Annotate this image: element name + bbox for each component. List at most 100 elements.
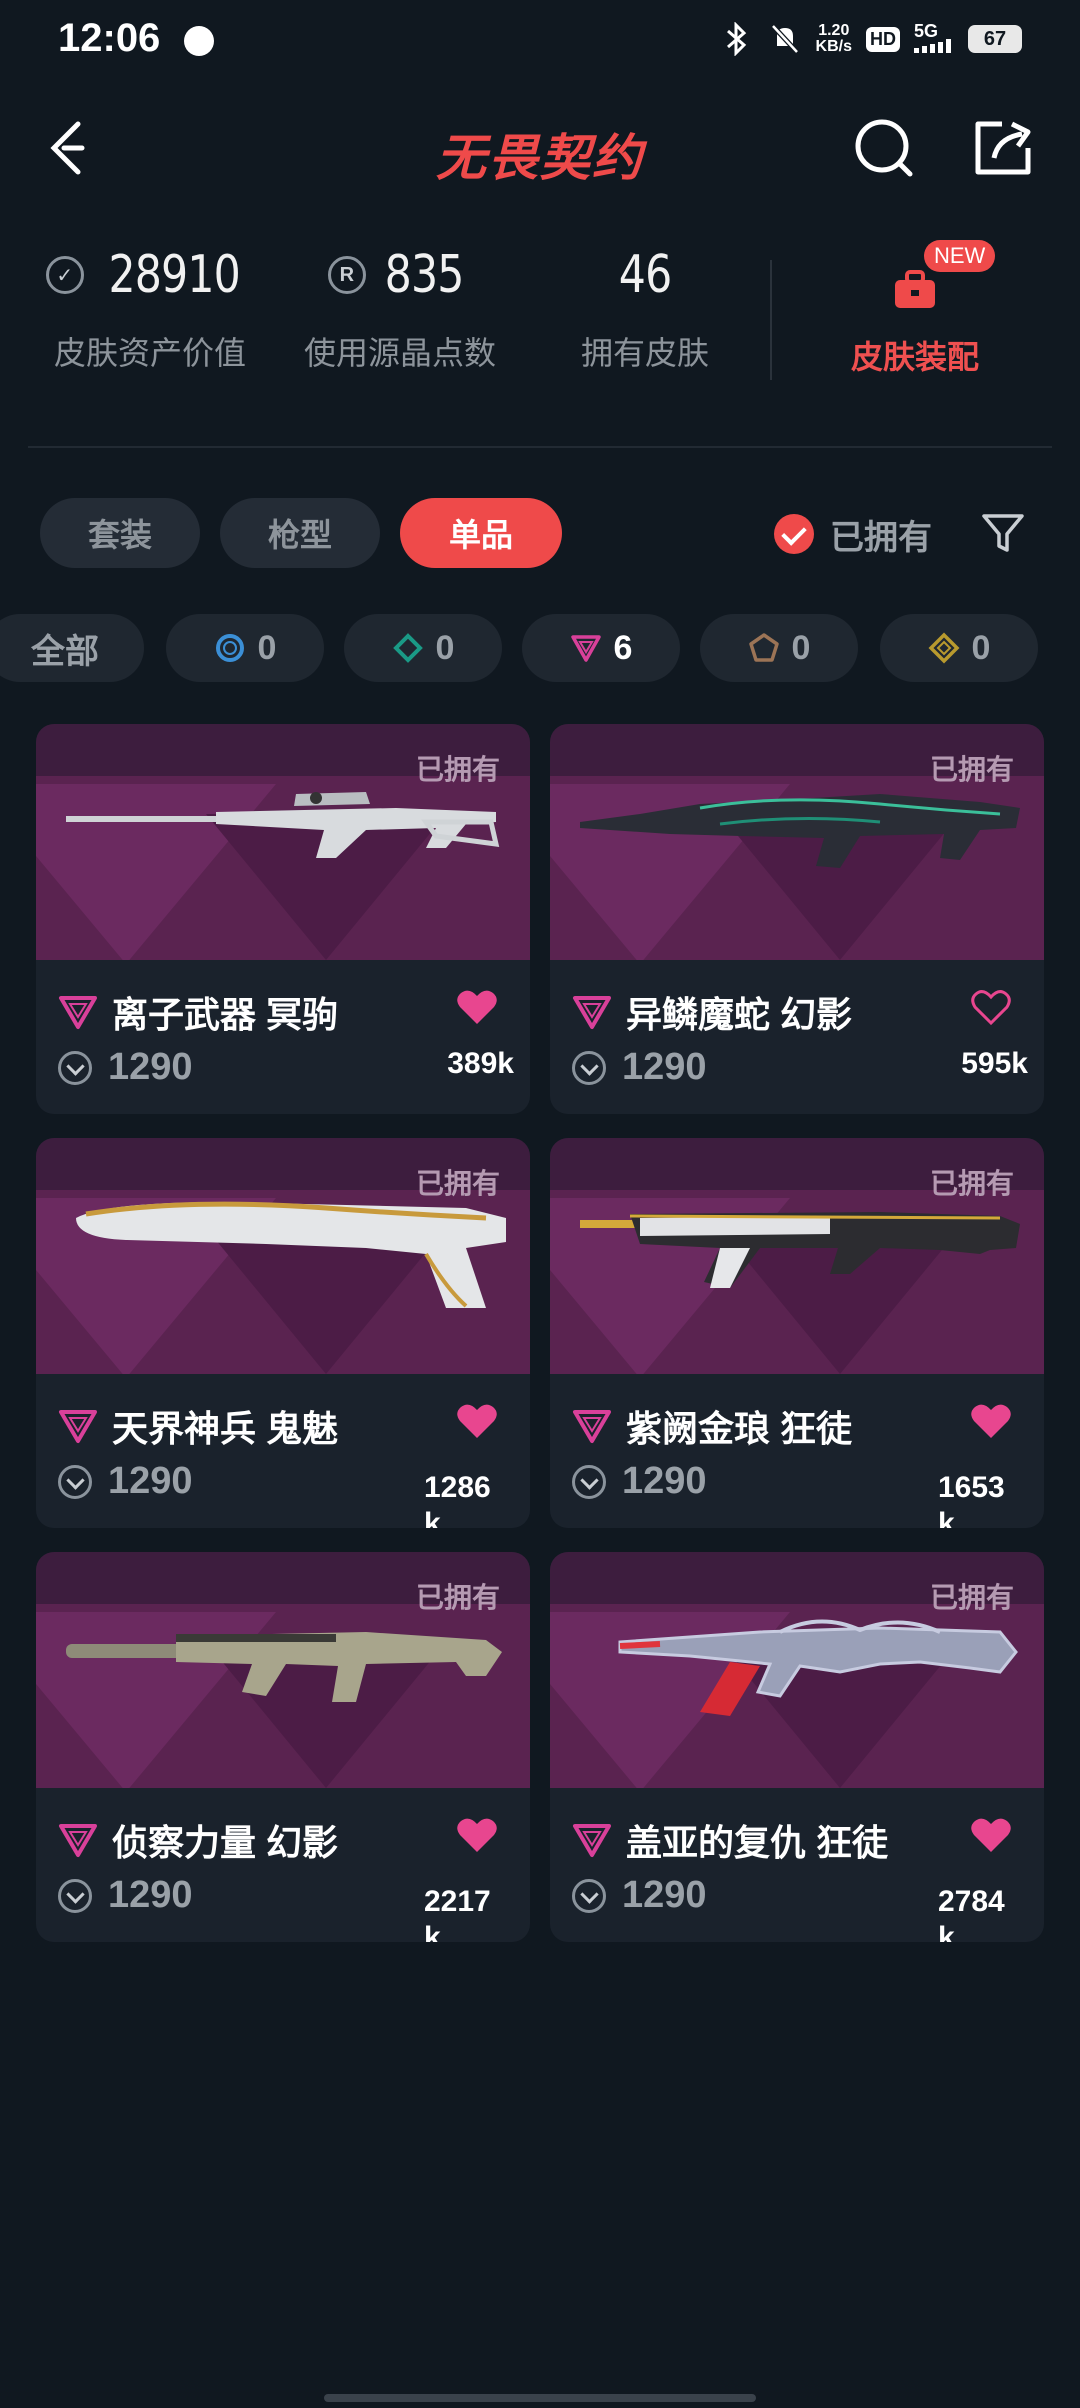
- tier-deluxe[interactable]: 0: [344, 614, 502, 682]
- skin-price: 1290: [108, 1460, 193, 1502]
- category-tabs: 套装 枪型 单品: [40, 498, 562, 568]
- skin-price: 1290: [622, 1460, 707, 1502]
- skin-name: 天界神兵 鬼魅: [112, 1408, 339, 1449]
- like-count: 2217 k: [424, 1884, 516, 1942]
- top-nav: 无畏契约: [0, 100, 1080, 200]
- skin-price: 1290: [108, 1874, 193, 1916]
- skin-price: 1290: [108, 1046, 193, 1088]
- backpack-icon: [893, 270, 937, 310]
- skin-card[interactable]: 已拥有 离子武器 冥驹 1290 389k: [36, 724, 530, 1114]
- tier-select[interactable]: 0: [166, 614, 324, 682]
- tab-bundle[interactable]: 套装: [40, 498, 200, 568]
- new-badge: NEW: [924, 240, 996, 272]
- tier-exclusive[interactable]: 0: [700, 614, 858, 682]
- like-count: 1286 k: [424, 1470, 516, 1528]
- owned-toggle-label: 已拥有: [830, 518, 932, 557]
- skin-image: 已拥有: [550, 724, 1044, 960]
- check-circle-icon: [774, 514, 814, 554]
- premium-tier-icon: [59, 1824, 97, 1857]
- stat-owned-skins: 46 拥有皮肤: [540, 240, 750, 374]
- status-bar: 12:06 1.20 KB/s HD 5G 67: [0, 0, 1080, 84]
- status-icons: 1.20 KB/s HD 5G 67: [720, 22, 1022, 56]
- rarity-tier-row: 全部 0 0 6 0 0: [0, 614, 1080, 682]
- net-speed-value: 1.20: [818, 22, 850, 39]
- skin-name: 紫阙金琅 狂徒: [626, 1408, 853, 1449]
- tier-all[interactable]: 全部: [0, 614, 144, 682]
- like-count: 389k: [447, 1047, 514, 1080]
- skin-loadout-label: 皮肤装配: [850, 339, 979, 375]
- like-count-value: 1653 k: [938, 1471, 1005, 1528]
- tab-weapon-type[interactable]: 枪型: [220, 498, 380, 568]
- tier-count: 0: [971, 628, 991, 667]
- app-title-logo: 无畏契约: [436, 130, 644, 186]
- filter-funnel-icon: [982, 514, 1024, 552]
- heart-filled-icon[interactable]: [970, 1816, 1012, 1854]
- skin-card[interactable]: 已拥有 盖亚的复仇 狂徒 1290 2784 k: [550, 1552, 1044, 1942]
- skin-card[interactable]: 已拥有 侦察力量 幻影 1290 2217 k: [36, 1552, 530, 1942]
- premium-tier-icon: [59, 1410, 97, 1443]
- skin-name: 盖亚的复仇 狂徒: [626, 1822, 889, 1863]
- vp-icon: [58, 1464, 92, 1499]
- skin-price: 1290: [622, 1046, 707, 1088]
- owned-toggle[interactable]: 已拥有: [774, 506, 932, 562]
- stats-row: ✓ 28910 皮肤资产价值 R 835 使用源晶点数 46 拥有皮肤 皮肤装配: [0, 240, 1080, 400]
- home-indicator[interactable]: [324, 2394, 756, 2402]
- tab-single-item[interactable]: 单品: [400, 498, 562, 568]
- stat-label: 使用源晶点数: [303, 335, 496, 371]
- stat-asset-value: ✓ 28910 皮肤资产价值: [40, 240, 260, 374]
- like-count-value: 2784 k: [938, 1885, 1005, 1942]
- signal-icon: 5G: [914, 21, 954, 55]
- vp-icon: [572, 1464, 606, 1499]
- search-button[interactable]: [852, 116, 918, 182]
- stat-label: 拥有皮肤: [580, 335, 709, 371]
- heart-outline-icon[interactable]: [970, 988, 1012, 1026]
- signal-label: 5G: [914, 21, 939, 41]
- owned-tag: 已拥有: [415, 1168, 500, 1199]
- vp-icon: [58, 1878, 92, 1913]
- like-count-value: 1286 k: [424, 1471, 491, 1528]
- premium-tier-icon: [59, 996, 97, 1029]
- skin-price: 1290: [622, 1874, 707, 1916]
- tier-exclusive-icon: [748, 633, 779, 662]
- heart-filled-icon[interactable]: [456, 1816, 498, 1854]
- heart-filled-icon[interactable]: [456, 1402, 498, 1440]
- owned-tag: 已拥有: [415, 1582, 500, 1613]
- tier-ultra[interactable]: 0: [880, 614, 1038, 682]
- owned-tag: 已拥有: [929, 754, 1014, 785]
- mute-bell-icon: [768, 22, 802, 56]
- hd-icon: HD: [866, 26, 900, 52]
- heart-filled-icon[interactable]: [970, 1402, 1012, 1440]
- tier-premium[interactable]: 6: [522, 614, 680, 682]
- stat-value: 28910: [108, 245, 240, 305]
- skin-name: 离子武器 冥驹: [112, 994, 339, 1035]
- share-button[interactable]: [970, 114, 1036, 180]
- stat-label: 皮肤资产价值: [53, 335, 246, 371]
- skin-name: 异鳞魔蛇 幻影: [626, 994, 853, 1035]
- tier-deluxe-icon: [392, 633, 423, 663]
- tier-count: 0: [791, 628, 811, 667]
- premium-tier-icon: [573, 996, 611, 1029]
- status-time: 12:06: [58, 16, 161, 60]
- like-count: 1653 k: [938, 1470, 1030, 1528]
- share-icon: [975, 121, 1031, 175]
- tier-count: 0: [257, 628, 277, 667]
- tier-ultra-icon: [928, 632, 960, 664]
- heart-filled-icon[interactable]: [456, 988, 498, 1026]
- vpn-globe-icon: [184, 26, 214, 56]
- skin-image: 已拥有: [550, 1552, 1044, 1788]
- like-count: 2784 k: [938, 1884, 1030, 1942]
- premium-tier-icon: [573, 1410, 611, 1443]
- stat-radianite-points: R 835 使用源晶点数: [290, 240, 510, 374]
- like-count: 595k: [961, 1047, 1028, 1080]
- vp-icon: [58, 1050, 92, 1085]
- owned-tag: 已拥有: [929, 1168, 1014, 1199]
- skin-card[interactable]: 已拥有 紫阙金琅 狂徒 1290 1653 k: [550, 1138, 1044, 1528]
- divider: [28, 446, 1052, 448]
- owned-tag: 已拥有: [929, 1582, 1014, 1613]
- premium-tier-icon: [573, 1824, 611, 1857]
- net-speed-unit: KB/s: [815, 38, 852, 55]
- skin-card[interactable]: 已拥有 天界神兵 鬼魅 1290 1286 k: [36, 1138, 530, 1528]
- vp-icon: ✓: [45, 256, 84, 294]
- filter-button[interactable]: [980, 510, 1026, 556]
- skin-card[interactable]: 已拥有 异鳞魔蛇 幻影 1290 595k: [550, 724, 1044, 1114]
